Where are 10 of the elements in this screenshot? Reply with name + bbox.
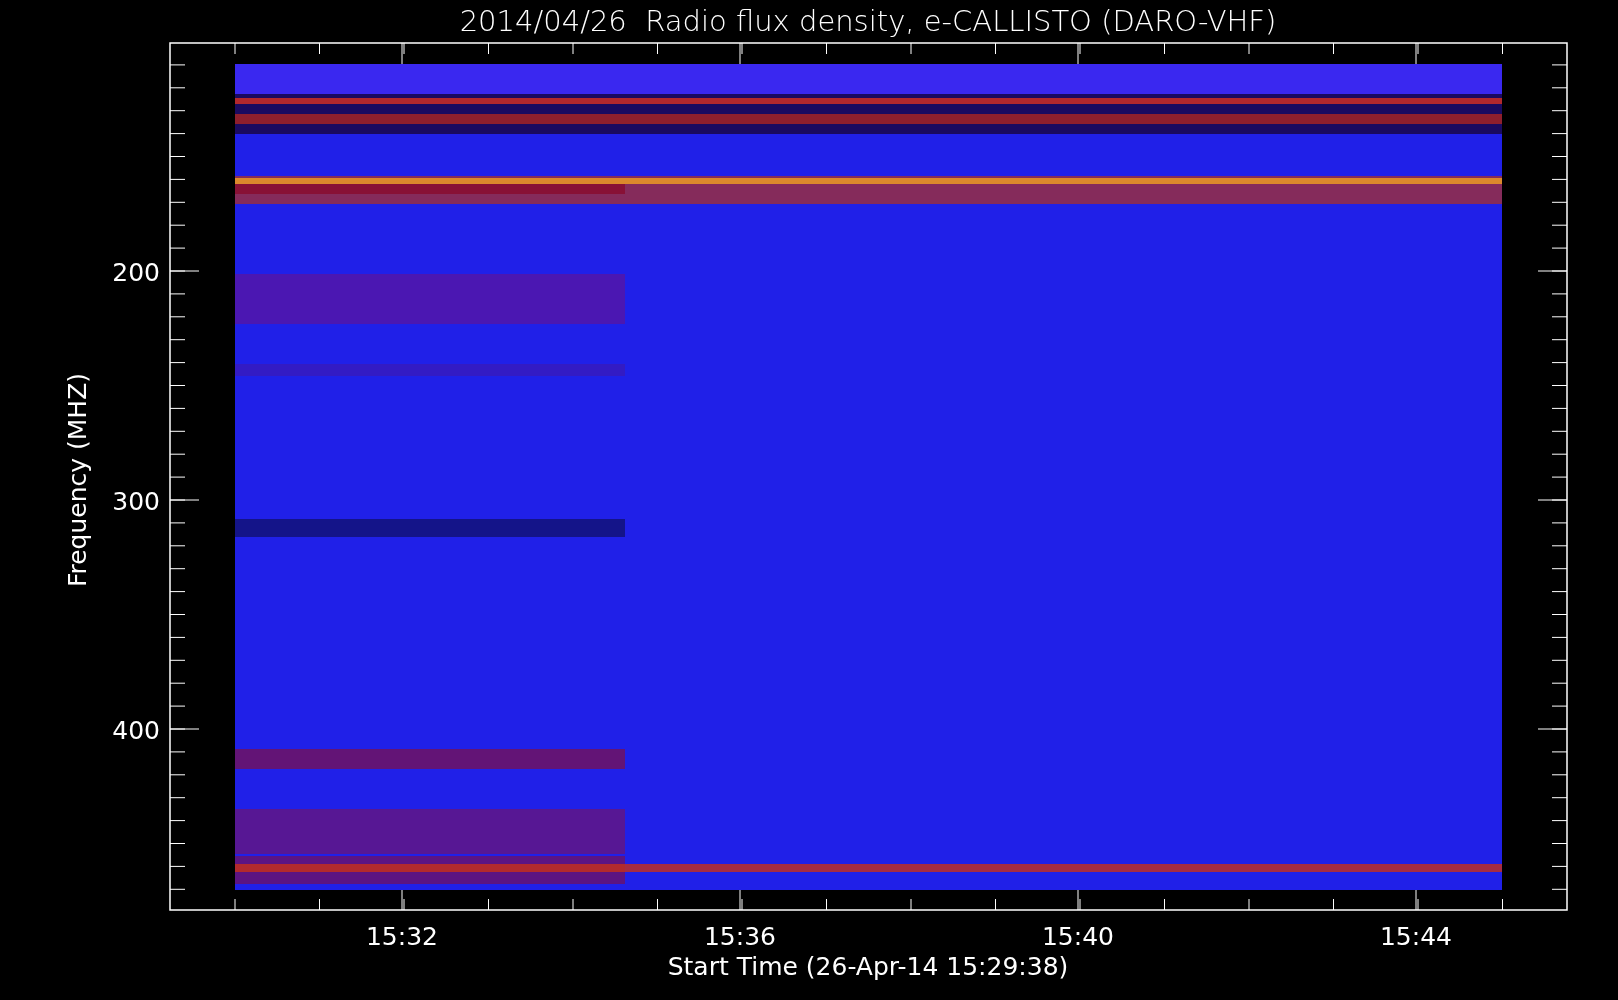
tick-label: 300: [112, 487, 160, 516]
axis-label: Frequency (MHZ): [63, 372, 92, 588]
tick-label: 15:44: [1380, 922, 1452, 951]
tick-label: 15:36: [704, 922, 776, 951]
tick-label: 15:40: [1042, 922, 1114, 951]
axis-label: Start Time (26-Apr-14 15:29:38): [667, 952, 1069, 981]
tick-label: 400: [112, 716, 160, 745]
plot-title: 2014/04/26 Radio flux density, e-CALLISTO (DARO-VHF): [459, 4, 1277, 38]
tick-label: 15:32: [366, 922, 438, 951]
tick-label: 200: [112, 258, 160, 287]
